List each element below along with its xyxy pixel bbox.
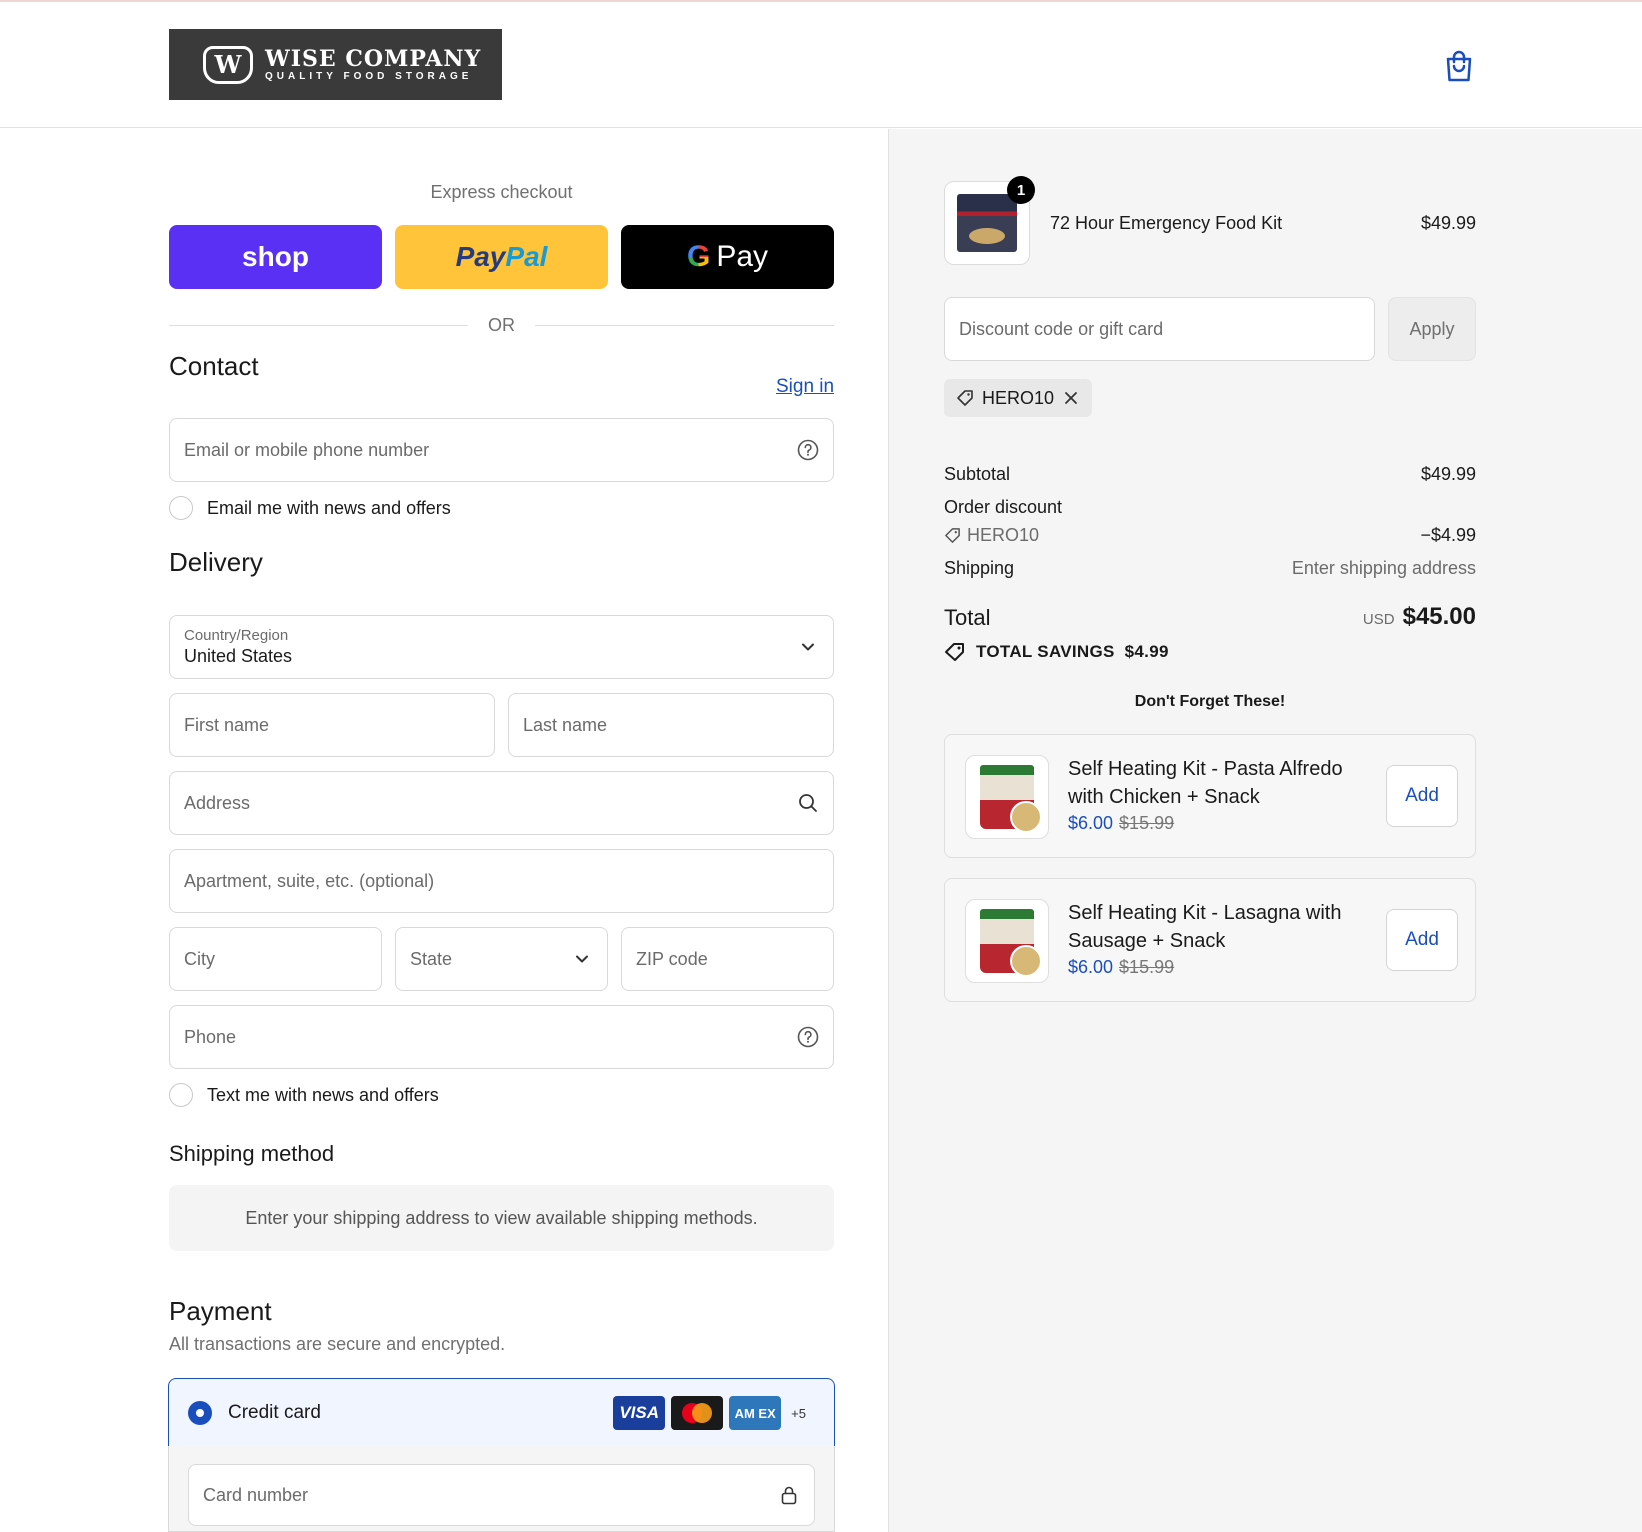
upsell-item: Self Heating Kit - Lasagna with Sausage … <box>944 878 1476 1002</box>
product-name: 72 Hour Emergency Food Kit <box>1050 213 1283 233</box>
country-select[interactable]: Country/Region United States <box>169 615 834 679</box>
express-checkout-title: Express checkout <box>430 182 573 202</box>
tag-icon <box>957 390 973 406</box>
applied-discount-chip: HERO10 <box>944 379 1093 417</box>
subtotal-row: Subtotal $49.99 <box>944 464 1476 484</box>
mastercard-icon <box>671 1396 724 1430</box>
phone-field[interactable]: Phone <box>169 1005 834 1069</box>
upsell-heading: Don't Forget These! <box>1134 693 1286 710</box>
shop-pay-button[interactable]: shop <box>169 225 382 289</box>
credit-card-option[interactable]: Credit card VISA AM EX +5 <box>168 1378 835 1447</box>
payment-subtitle: All transactions are secure and encrypte… <box>169 1334 506 1354</box>
tag-icon <box>945 528 960 543</box>
address-field[interactable]: Address <box>169 771 834 835</box>
order-summary: 1 72 Hour Emergency Food Kit $49.99 Disc… <box>888 129 1642 1532</box>
header: W WISE COMPANY QUALITY FOOD STORAGE <box>0 2 1642 128</box>
add-upsell-button[interactable]: Add <box>1386 765 1458 827</box>
upsell-price: $6.00 $15.99 <box>1068 813 1175 833</box>
logo-badge: W <box>203 45 253 84</box>
upsell-name: Self Heating Kit - Pasta Alfredo with Ch… <box>1068 758 1343 808</box>
text-news-checkbox[interactable]: Text me with news and offers <box>169 1083 439 1107</box>
search-icon <box>799 794 817 812</box>
delivery-heading: Delivery <box>169 547 263 577</box>
shipping-method-heading: Shipping method <box>169 1141 335 1166</box>
shipping-methods-note: Enter your shipping address to view avai… <box>169 1185 834 1251</box>
upsell-thumbnail <box>965 755 1049 839</box>
visa-icon: VISA <box>613 1396 666 1430</box>
lock-icon <box>781 1486 797 1505</box>
payment-heading: Payment <box>169 1296 272 1326</box>
order-discount-row: Order discount <box>944 497 1063 517</box>
upsell-item: Self Heating Kit - Pasta Alfredo with Ch… <box>944 734 1476 858</box>
state-select[interactable]: State <box>395 927 608 991</box>
first-name-field[interactable]: First name <box>169 693 495 757</box>
credit-card-radio[interactable] <box>188 1400 212 1425</box>
shopping-bag-icon[interactable] <box>1444 49 1474 83</box>
total-value: USD $45.00 <box>1362 603 1476 630</box>
shipping-row: Shipping Enter shipping address <box>944 558 1476 578</box>
upsell-thumbnail <box>965 899 1049 983</box>
amex-icon: AM EX <box>729 1396 782 1430</box>
upsell-price: $6.00 $15.99 <box>1068 957 1175 977</box>
help-icon[interactable] <box>797 439 819 461</box>
sign-in-link[interactable]: Sign in <box>776 376 834 398</box>
chevron-down-icon <box>802 643 814 651</box>
more-cards-badge: +5 <box>791 1405 806 1421</box>
total-savings: TOTAL SAVINGS $4.99 <box>944 642 1169 662</box>
apply-button[interactable]: Apply <box>1388 297 1476 361</box>
contact-heading: Contact <box>169 351 259 381</box>
paypal-button[interactable]: Pay Pal <box>395 225 608 289</box>
tag-icon <box>945 643 964 661</box>
card-brands: VISA AM EX +5 <box>613 1396 810 1430</box>
checkout-form: Express checkout shop Pay Pal G Pay OR Con… <box>0 129 888 1532</box>
zip-field[interactable]: ZIP code <box>621 927 834 991</box>
email-field[interactable]: Email or mobile phone number <box>169 418 834 482</box>
google-g-icon: G <box>686 240 711 273</box>
total-label: Total <box>944 605 991 630</box>
help-icon[interactable] <box>797 1026 819 1048</box>
chevron-down-icon <box>576 955 588 963</box>
upsell-name: Self Heating Kit - Lasagna with Sausage … <box>1068 902 1342 952</box>
discount-code-input[interactable]: Discount code or gift card <box>944 297 1375 361</box>
credit-card-form: Card number <box>168 1446 835 1532</box>
google-pay-button[interactable]: G Pay <box>621 225 834 289</box>
brand-tagline: QUALITY FOOD STORAGE <box>265 70 473 82</box>
discount-code-row: HERO10 −$4.99 <box>944 525 1476 546</box>
brand-logo[interactable]: W WISE COMPANY QUALITY FOOD STORAGE <box>169 29 502 100</box>
apartment-field[interactable]: Apartment, suite, etc. (optional) <box>169 849 834 913</box>
add-upsell-button[interactable]: Add <box>1386 909 1458 971</box>
city-field[interactable]: City <box>169 927 382 991</box>
product-price: $49.99 <box>1420 213 1476 233</box>
card-number-field[interactable]: Card number <box>188 1464 815 1526</box>
close-icon[interactable] <box>1062 389 1080 407</box>
last-name-field[interactable]: Last name <box>508 693 834 757</box>
or-divider: OR <box>169 305 834 345</box>
quantity-badge: 1 <box>1007 176 1035 204</box>
brand-name: WISE COMPANY <box>265 45 482 72</box>
email-news-checkbox[interactable]: Email me with news and offers <box>169 496 451 520</box>
